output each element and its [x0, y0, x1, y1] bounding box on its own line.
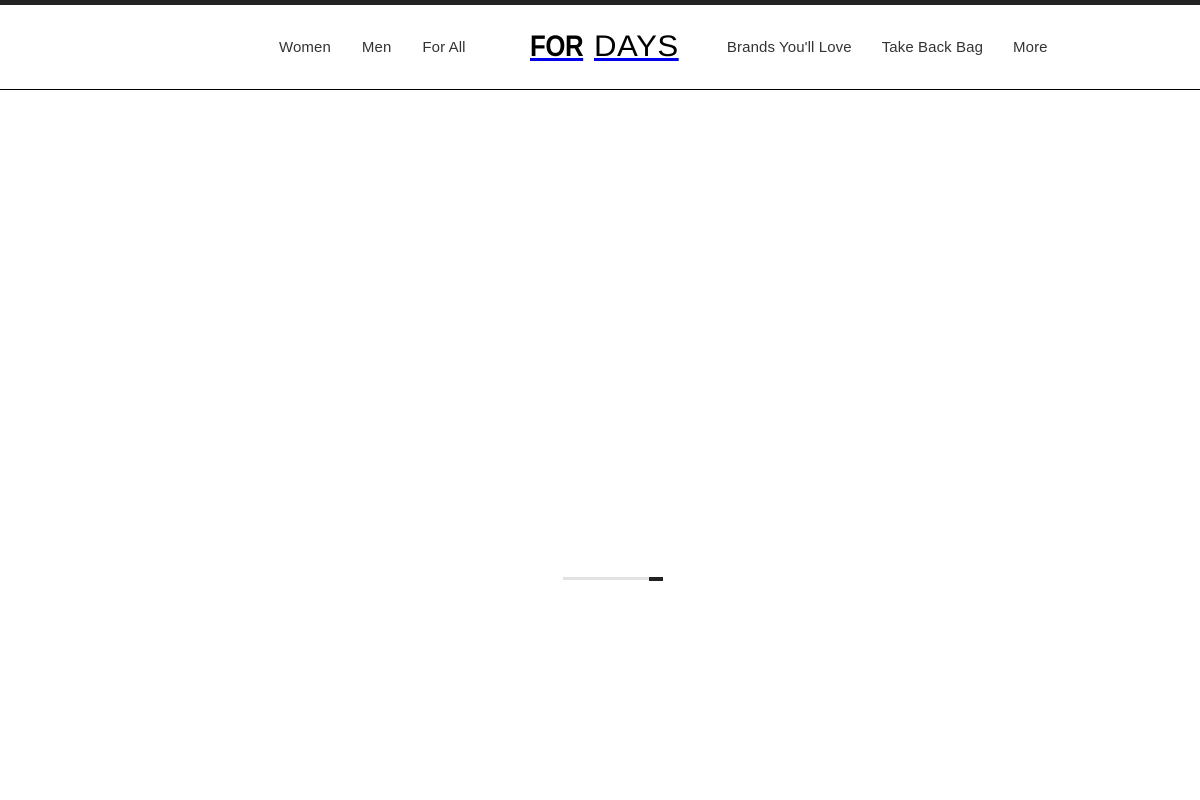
nav-item-brands-youll-love[interactable]: Brands You'll Love — [727, 38, 852, 57]
nav-group-right: Brands You'll Love Take Back Bag More — [727, 38, 1048, 57]
site-header: Women Men For All FOR DAYS Brands You'll… — [0, 5, 1200, 90]
brand-logo-days: DAYS — [594, 30, 680, 63]
loading-progress-indicator — [649, 577, 663, 581]
nav-item-take-back-bag[interactable]: Take Back Bag — [882, 38, 983, 57]
nav-group-left: Women Men For All — [279, 38, 466, 57]
nav-item-more[interactable]: More — [1013, 38, 1048, 57]
nav-item-women[interactable]: Women — [279, 38, 331, 57]
brand-logo[interactable]: FOR DAYS — [529, 30, 680, 63]
loading-progress-track — [563, 577, 663, 580]
loading-progress-bar — [563, 577, 663, 581]
brand-logo-for: FOR — [529, 30, 584, 63]
page-content-loading-area — [0, 90, 1200, 799]
nav-item-for-all[interactable]: For All — [422, 38, 465, 57]
primary-navigation: Women Men For All FOR DAYS Brands You'll… — [0, 5, 1200, 89]
nav-item-men[interactable]: Men — [362, 38, 391, 57]
